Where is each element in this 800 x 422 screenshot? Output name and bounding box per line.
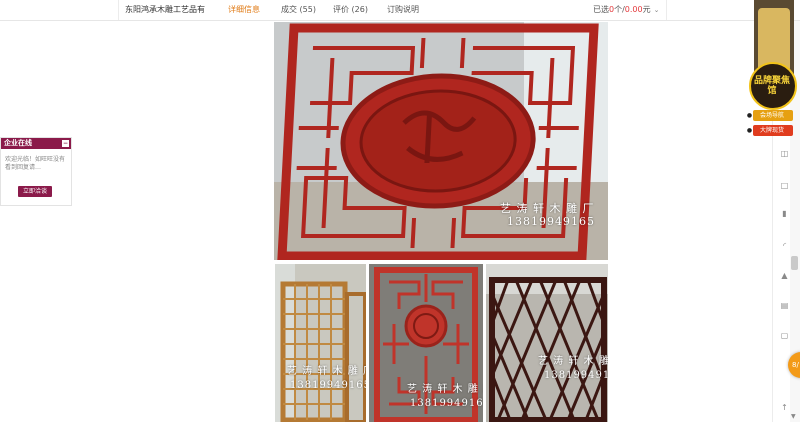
chat-header: 企业在线 − <box>1 138 71 149</box>
big-brand-stock-label: 大牌现货 <box>760 127 785 134</box>
product-thumbnail[interactable]: 艺 涛 轩 木 雕 厂 13819949165 <box>275 264 366 422</box>
watermark-phone: 13819949165 <box>544 370 608 381</box>
detail-tab-bar: 东阳鸿承木雕工艺品有 详细信息 成交 (55) 评价 (26) 订购说明 已选0… <box>0 0 800 21</box>
watermark-phone: 13819949165 <box>410 398 483 409</box>
venue-nav-label: 会场导航 <box>760 112 785 119</box>
product-thumbnail[interactable]: 艺 涛 轩 木 雕 厂 13819949165 <box>369 264 483 422</box>
watermark-name: 艺 涛 轩 木 雕 厂 <box>287 366 366 377</box>
product-thumbnail[interactable]: 艺 涛 轩 木 雕 厂 13819949165 <box>486 264 608 422</box>
tab-transactions[interactable]: 成交 (55) <box>281 4 316 15</box>
tab-reviews[interactable]: 评价 (26) <box>333 4 368 15</box>
selected-prefix: 已选 <box>593 5 609 14</box>
bookmark-icon[interactable]: ▮ <box>780 209 789 218</box>
scrollbar-thumb[interactable] <box>791 256 798 270</box>
feedback-icon[interactable]: ▢ <box>780 331 789 340</box>
cart-icon[interactable]: ◫ <box>780 149 789 158</box>
minimize-icon[interactable]: − <box>62 140 69 147</box>
badge-title: 品牌聚焦馆 <box>753 76 790 96</box>
diamond-lattice-image <box>486 264 608 422</box>
scroll-down-icon[interactable]: ▼ <box>791 413 796 420</box>
selected-currency: 元 <box>642 5 651 14</box>
divider <box>666 0 667 20</box>
selected-amount: 0.00 <box>624 5 643 14</box>
watermark-phone: 13819949165 <box>290 380 366 391</box>
chat-message: 欢迎光临！如旺旺没有看到回复请… <box>5 156 66 171</box>
chat-now-button[interactable]: 立即洽谈 <box>18 186 52 197</box>
watermark-phone: 13819949165 <box>507 215 595 228</box>
venue-nav-button[interactable]: 会场导航 <box>753 110 793 121</box>
chevron-down-icon: ⌄ <box>653 6 660 14</box>
history-icon[interactable]: ◜ <box>780 241 789 250</box>
main-product-photo[interactable]: 艺 涛 轩 木 雕 厂 13819949165 <box>274 22 608 260</box>
brand-focus-badge[interactable]: 品牌聚焦馆 会场导航 ● 大牌现货 ● <box>746 0 797 142</box>
location-pin-icon: ● <box>746 127 753 134</box>
back-to-top-icon[interactable]: ↑ <box>780 403 789 412</box>
chat-title: 企业在线 <box>4 139 32 147</box>
document-icon[interactable]: ▤ <box>780 301 789 310</box>
selected-unit: 个/ <box>614 5 625 14</box>
shop-name[interactable]: 东阳鸿承木雕工艺品有 <box>125 4 205 15</box>
watermark-name: 艺 涛 轩 木 雕 厂 <box>407 384 483 395</box>
selected-summary[interactable]: 已选0个/0.00元 ⌄ <box>593 4 659 15</box>
bell-icon[interactable]: ▲ <box>780 271 789 280</box>
big-brand-stock-button[interactable]: 大牌现货 <box>753 125 793 136</box>
watermark-name: 艺 涛 轩 木 雕 厂 <box>500 202 595 215</box>
watermark-name: 艺 涛 轩 木 雕 厂 <box>538 356 608 367</box>
tab-order-info[interactable]: 订购说明 <box>387 4 419 15</box>
online-chat-widget: 企业在线 − 欢迎光临！如旺旺没有看到回复请… 立即洽谈 <box>0 137 72 206</box>
tab-details[interactable]: 详细信息 <box>228 4 260 15</box>
divider <box>118 0 119 20</box>
location-pin-icon: ● <box>746 112 753 119</box>
lattice-panel-image <box>275 264 366 422</box>
message-icon[interactable]: □ <box>780 181 789 190</box>
